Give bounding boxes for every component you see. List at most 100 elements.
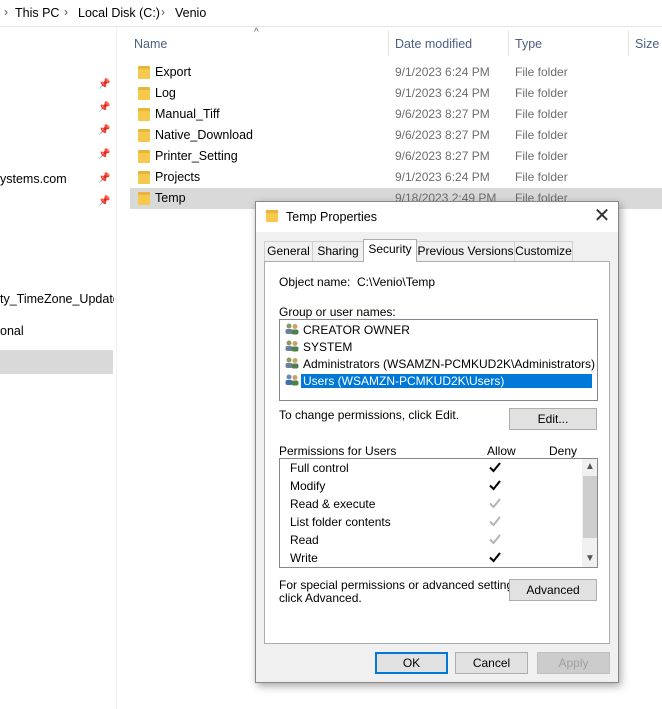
folder-icon: [138, 171, 150, 184]
ok-button[interactable]: OK: [375, 652, 448, 674]
file-name: Printer_Setting: [155, 149, 238, 163]
object-name-value: C:\Venio\Temp: [357, 275, 436, 289]
advanced-button[interactable]: Advanced: [509, 579, 597, 601]
security-panel: Object name: C:\Venio\Temp Group or user…: [264, 261, 610, 644]
scroll-up-icon[interactable]: ▲: [582, 459, 597, 475]
folder-icon: [138, 129, 150, 142]
file-date: 9/1/2023 6:24 PM: [395, 86, 490, 100]
permissions-list[interactable]: Full control Modify Read & execute List …: [279, 458, 598, 568]
folder-icon: [138, 87, 150, 100]
navigation-pane: 📌 📌 📌 📌 ystems.com 📌 📌 ty_TimeZone_Updat…: [0, 27, 117, 709]
list-item-selected[interactable]: Users (WSAMZN-PCMKUD2K\Users): [283, 372, 596, 389]
list-item[interactable]: SYSTEM: [283, 338, 596, 355]
apply-button[interactable]: Apply: [537, 652, 610, 674]
permission-name: Write: [290, 551, 318, 565]
file-type: File folder: [515, 86, 568, 100]
pin-icon: 📌: [98, 196, 111, 207]
nav-item-selected[interactable]: [0, 350, 113, 374]
tab-general[interactable]: General: [264, 241, 313, 261]
scroll-down-icon[interactable]: ▼: [582, 551, 597, 567]
permission-row: Full control: [280, 459, 582, 477]
file-name: Log: [155, 86, 176, 100]
scrollbar-thumb[interactable]: [583, 476, 597, 538]
edit-button[interactable]: Edit...: [509, 408, 597, 430]
column-separator[interactable]: [628, 30, 629, 56]
user-name: Users (WSAMZN-PCMKUD2K\Users): [301, 374, 592, 388]
file-name: Temp: [155, 191, 186, 205]
file-date: 9/6/2023 8:27 PM: [395, 128, 490, 142]
deny-column-header: Deny: [549, 444, 578, 458]
list-item[interactable]: Administrators (WSAMZN-PCMKUD2K\Administ…: [283, 355, 596, 372]
file-row[interactable]: Export 9/1/2023 6:24 PM File folder: [130, 62, 662, 83]
special-permissions-text-2: click Advanced.: [279, 591, 362, 605]
folder-icon: [138, 150, 150, 163]
column-separator[interactable]: [388, 30, 389, 56]
permission-row: Modify: [280, 477, 582, 495]
file-type: File folder: [515, 107, 568, 121]
nav-item[interactable]: onal: [0, 324, 114, 338]
nav-item[interactable]: ty_TimeZone_Update_: [0, 292, 114, 306]
pin-icon: 📌: [98, 125, 111, 136]
permission-row: Read & execute: [280, 495, 582, 513]
breadcrumb-local-disk[interactable]: Local Disk (C:): [78, 6, 160, 20]
users-group-icon: [285, 323, 299, 335]
pin-icon: 📌: [98, 149, 111, 160]
users-group-icon: [285, 374, 299, 386]
file-date: 9/1/2023 6:24 PM: [395, 65, 490, 79]
check-icon: [489, 462, 501, 473]
change-permissions-text: To change permissions, click Edit.: [279, 408, 460, 422]
allow-column-header: Allow: [487, 444, 516, 458]
chevron-right-icon: ›: [4, 5, 8, 19]
users-group-icon: [285, 357, 299, 369]
folder-icon: [266, 210, 278, 222]
tab-security[interactable]: Security: [363, 239, 417, 262]
check-grey-icon: [489, 498, 501, 509]
address-bar[interactable]: › This PC › Local Disk (C:) › Venio: [0, 0, 662, 27]
permission-name: Read & execute: [290, 497, 376, 511]
close-button[interactable]: ✕: [590, 205, 614, 229]
file-row[interactable]: Manual_Tiff 9/6/2023 8:27 PM File folder: [130, 104, 662, 125]
dialog-title: Temp Properties: [286, 210, 378, 224]
permission-name: Full control: [290, 461, 349, 475]
folder-icon: [138, 66, 150, 79]
nav-item[interactable]: ystems.com: [0, 172, 114, 186]
permission-row: Write: [280, 549, 582, 567]
file-type: File folder: [515, 170, 568, 184]
file-row[interactable]: Projects 9/1/2023 6:24 PM File folder: [130, 167, 662, 188]
tab-sharing[interactable]: Sharing: [312, 241, 364, 261]
file-row[interactable]: Printer_Setting 9/6/2023 8:27 PM File fo…: [130, 146, 662, 167]
user-name: Administrators (WSAMZN-PCMKUD2K\Administ…: [303, 357, 596, 371]
group-names-label: Group or user names:: [279, 305, 396, 319]
permission-row: List folder contents: [280, 513, 582, 531]
check-icon: [489, 480, 501, 491]
check-icon: [489, 552, 501, 563]
list-item[interactable]: CREATOR OWNER: [283, 321, 596, 338]
user-name: SYSTEM: [303, 340, 353, 354]
pin-icon: 📌: [98, 173, 111, 184]
permissions-label: Permissions for Users: [279, 444, 397, 458]
folder-icon: [138, 108, 150, 121]
check-grey-icon: [489, 534, 501, 545]
tab-customize[interactable]: Customize: [514, 241, 573, 261]
file-date: 9/6/2023 8:27 PM: [395, 107, 490, 121]
file-date: 9/1/2023 6:24 PM: [395, 170, 490, 184]
tab-previous-versions[interactable]: Previous Versions: [416, 241, 515, 261]
file-name: Native_Download: [155, 128, 253, 142]
column-separator[interactable]: [508, 30, 509, 56]
close-icon: ✕: [593, 205, 611, 227]
file-row[interactable]: Log 9/1/2023 6:24 PM File folder: [130, 83, 662, 104]
special-permissions-text: For special permissions or advanced sett…: [279, 578, 523, 592]
vertical-scrollbar[interactable]: ▲ ▼: [582, 459, 597, 567]
file-row[interactable]: Native_Download 9/6/2023 8:27 PM File fo…: [130, 125, 662, 146]
breadcrumb-this-pc[interactable]: This PC: [15, 6, 59, 20]
dialog-titlebar[interactable]: Temp Properties ✕: [256, 202, 618, 232]
breadcrumb-venio[interactable]: Venio: [175, 6, 206, 20]
file-type: File folder: [515, 128, 568, 142]
object-name-label: Object name:: [279, 275, 351, 289]
cancel-button[interactable]: Cancel: [455, 652, 528, 674]
pin-icon: 📌: [98, 102, 111, 113]
file-name: Export: [155, 65, 192, 79]
user-list[interactable]: CREATOR OWNER SYSTEM Administrators (WSA…: [279, 319, 598, 401]
file-type: File folder: [515, 149, 568, 163]
file-date: 9/6/2023 8:27 PM: [395, 149, 490, 163]
